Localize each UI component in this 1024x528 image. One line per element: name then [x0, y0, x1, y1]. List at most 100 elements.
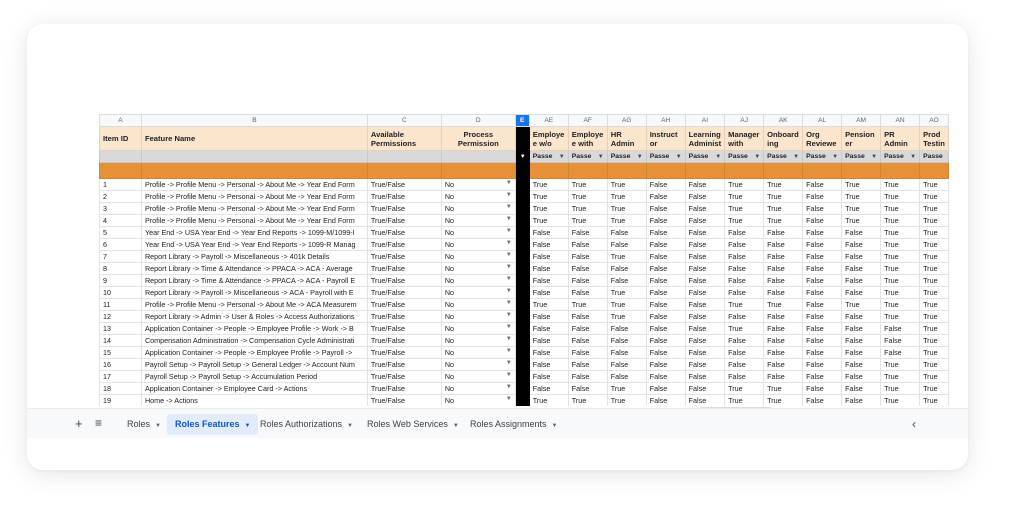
role-permission-cell[interactable]: False: [528, 274, 569, 287]
role-permission-cell[interactable]: True: [724, 202, 765, 215]
role-permission-cell[interactable]: True: [763, 382, 804, 395]
process-permission-cell[interactable]: No ▼: [440, 250, 516, 263]
header-cell[interactable]: Instruct or: [645, 126, 686, 151]
role-permission-cell[interactable]: False: [841, 274, 882, 287]
process-permission-cell[interactable]: No ▼: [440, 262, 516, 275]
feature-name-cell[interactable]: Application Container -> People -> Emplo…: [140, 346, 368, 359]
sheet-tab-roles-web-services[interactable]: Roles Web Services ▼: [359, 414, 467, 435]
role-permission-cell[interactable]: False: [645, 226, 686, 239]
role-permission-cell[interactable]: True: [919, 178, 949, 191]
role-permission-cell[interactable]: False: [567, 274, 608, 287]
role-permission-cell[interactable]: False: [684, 346, 726, 359]
role-permission-cell[interactable]: False: [567, 262, 608, 275]
band-cell[interactable]: [99, 162, 142, 179]
role-permission-cell[interactable]: False: [645, 310, 686, 323]
role-permission-cell[interactable]: False: [802, 238, 843, 251]
available-permissions-cell[interactable]: True/False: [366, 322, 442, 335]
filter-cell[interactable]: Passe ▼: [763, 150, 804, 163]
column-letter-am[interactable]: AM: [841, 114, 882, 127]
chevron-down-icon[interactable]: ▼: [347, 423, 353, 429]
role-permission-cell[interactable]: False: [567, 310, 608, 323]
role-permission-cell[interactable]: True: [606, 190, 647, 203]
selected-column-cell[interactable]: [514, 310, 530, 323]
column-letter-af[interactable]: AF: [567, 114, 608, 127]
role-permission-cell[interactable]: False: [724, 274, 765, 287]
role-permission-cell[interactable]: True: [606, 214, 647, 227]
role-permission-cell[interactable]: True: [919, 238, 949, 251]
role-permission-cell[interactable]: False: [763, 310, 804, 323]
feature-name-cell[interactable]: Profile -> Profile Menu -> Personal -> A…: [140, 298, 368, 311]
role-permission-cell[interactable]: True: [880, 250, 921, 263]
role-permission-cell[interactable]: True: [841, 202, 882, 215]
role-permission-cell[interactable]: True: [880, 262, 921, 275]
role-permission-cell[interactable]: False: [684, 334, 726, 347]
role-permission-cell[interactable]: True: [919, 214, 949, 227]
role-permission-cell[interactable]: False: [841, 394, 882, 406]
sheet-tab-roles[interactable]: Roles ▼: [119, 414, 169, 435]
selected-column-cell[interactable]: [514, 178, 530, 191]
role-permission-cell[interactable]: False: [841, 334, 882, 347]
role-permission-cell[interactable]: False: [724, 262, 765, 275]
feature-name-cell[interactable]: Report Library -> Time & Attendance -> P…: [140, 262, 368, 275]
role-permission-cell[interactable]: False: [606, 358, 647, 371]
add-sheet-button[interactable]: +: [75, 416, 83, 431]
role-permission-cell[interactable]: False: [841, 262, 882, 275]
process-permission-cell[interactable]: No ▼: [440, 178, 516, 191]
role-permission-cell[interactable]: False: [684, 394, 726, 406]
role-permission-cell[interactable]: False: [684, 262, 726, 275]
role-permission-cell[interactable]: False: [645, 202, 686, 215]
available-permissions-cell[interactable]: True/False: [366, 394, 442, 406]
header-cell[interactable]: Available Permissions: [366, 126, 442, 151]
feature-name-cell[interactable]: Profile -> Profile Menu -> Personal -> A…: [140, 214, 368, 227]
role-permission-cell[interactable]: False: [802, 226, 843, 239]
band-cell[interactable]: [763, 162, 804, 179]
column-letter-ag[interactable]: AG: [606, 114, 647, 127]
item-id-cell[interactable]: 10: [99, 286, 142, 299]
process-permission-cell[interactable]: No ▼: [440, 394, 516, 406]
feature-name-cell[interactable]: Year End -> USA Year End -> Year End Rep…: [140, 238, 368, 251]
role-permission-cell[interactable]: False: [567, 334, 608, 347]
role-permission-cell[interactable]: False: [724, 334, 765, 347]
role-permission-cell[interactable]: True: [567, 298, 608, 311]
selected-column-cell[interactable]: [514, 250, 530, 263]
sheet-tab-roles-authorizations[interactable]: Roles Authorizations ▼: [252, 414, 361, 435]
role-permission-cell[interactable]: False: [841, 226, 882, 239]
role-permission-cell[interactable]: False: [645, 322, 686, 335]
filter-cell[interactable]: Passe: [919, 150, 949, 163]
process-permission-cell[interactable]: No ▼: [440, 202, 516, 215]
dropdown-arrow-icon[interactable]: ▼: [506, 276, 512, 282]
role-permission-cell[interactable]: True: [841, 298, 882, 311]
role-permission-cell[interactable]: True: [528, 190, 569, 203]
role-permission-cell[interactable]: False: [841, 310, 882, 323]
header-cell[interactable]: Item ID: [99, 126, 142, 151]
process-permission-cell[interactable]: No ▼: [440, 370, 516, 383]
role-permission-cell[interactable]: True: [528, 214, 569, 227]
role-permission-cell[interactable]: False: [684, 370, 726, 383]
header-cell[interactable]: Feature Name: [140, 126, 368, 151]
role-permission-cell[interactable]: False: [645, 334, 686, 347]
role-permission-cell[interactable]: False: [802, 322, 843, 335]
dropdown-arrow-icon[interactable]: ▼: [506, 360, 512, 366]
role-permission-cell[interactable]: False: [567, 382, 608, 395]
dropdown-arrow-icon[interactable]: ▼: [910, 154, 916, 160]
feature-name-cell[interactable]: Application Container -> Employee Card -…: [140, 382, 368, 395]
feature-name-cell[interactable]: Profile -> Profile Menu -> Personal -> A…: [140, 202, 368, 215]
available-permissions-cell[interactable]: True/False: [366, 262, 442, 275]
role-permission-cell[interactable]: False: [528, 334, 569, 347]
process-permission-cell[interactable]: No ▼: [440, 310, 516, 323]
role-permission-cell[interactable]: True: [724, 178, 765, 191]
role-permission-cell[interactable]: False: [841, 382, 882, 395]
filter-cell[interactable]: Passe ▼: [724, 150, 765, 163]
sheet-tab-roles-assignments[interactable]: Roles Assignments ▼: [462, 414, 566, 435]
role-permission-cell[interactable]: False: [528, 322, 569, 335]
role-permission-cell[interactable]: True: [724, 190, 765, 203]
dropdown-arrow-icon[interactable]: ▼: [506, 336, 512, 342]
role-permission-cell[interactable]: False: [763, 370, 804, 383]
available-permissions-cell[interactable]: True/False: [366, 358, 442, 371]
selected-column-cell[interactable]: [514, 190, 530, 203]
role-permission-cell[interactable]: False: [684, 382, 726, 395]
role-permission-cell[interactable]: True: [919, 382, 949, 395]
available-permissions-cell[interactable]: True/False: [366, 310, 442, 323]
selected-column-cell[interactable]: [514, 274, 530, 287]
dropdown-arrow-icon[interactable]: ▼: [506, 216, 512, 222]
